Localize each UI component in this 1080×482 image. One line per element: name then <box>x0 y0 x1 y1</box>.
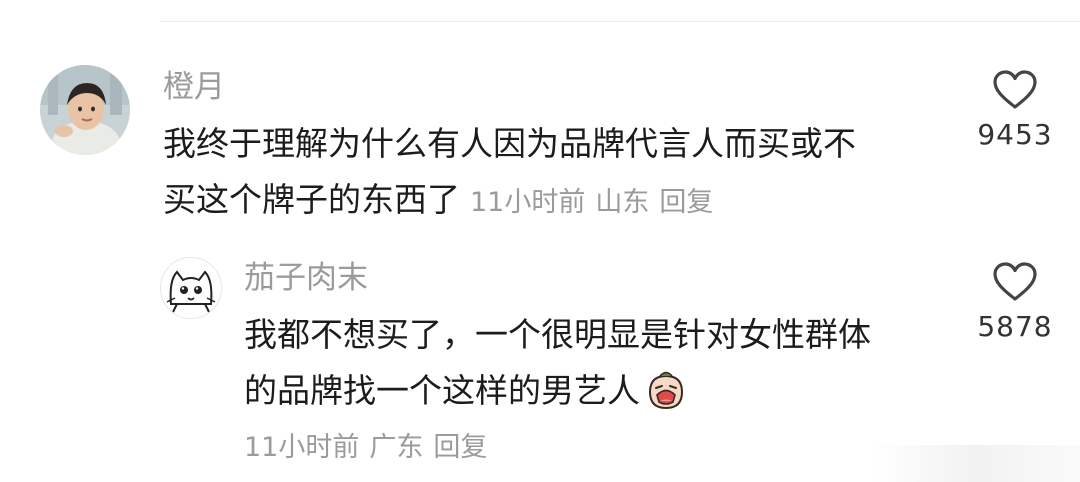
comment-text: 我终于理解为什么有人因为品牌代言人而买或不 买这个牌子的东西了 11小时前 山东 回复 <box>163 116 856 231</box>
like-button[interactable]: 5878 <box>960 262 1070 343</box>
timestamp: 11小时前 <box>244 432 360 463</box>
cartoon-cat-avatar-icon <box>161 258 221 318</box>
heart-outline-icon <box>993 70 1037 109</box>
like-button[interactable]: 9453 <box>960 70 1070 151</box>
location: 广东 <box>369 432 424 463</box>
username[interactable]: 茄子肉末 <box>244 263 368 294</box>
comment-meta: 11小时前 山东 回复 <box>470 187 723 218</box>
comment-line-with-emoji: 的品牌找一个这样的男艺人 <box>244 363 871 419</box>
location: 山东 <box>595 187 650 218</box>
like-count: 9453 <box>977 118 1053 151</box>
comment-text: 我都不想买了，一个很明显是针对女性群体 的品牌找一个这样的男艺人 <box>244 307 871 419</box>
timestamp: 11小时前 <box>470 187 586 218</box>
comment-line: 我终于理解为什么有人因为品牌代言人而买或不 <box>163 124 856 163</box>
reply-button[interactable]: 回复 <box>659 187 713 218</box>
reply-button[interactable]: 回复 <box>433 432 487 463</box>
username[interactable]: 橙月 <box>163 72 225 103</box>
avatar[interactable] <box>160 257 222 319</box>
like-count: 5878 <box>977 310 1053 343</box>
comment-line: 我都不想买了，一个很明显是针对女性群体 <box>244 315 871 354</box>
divider <box>160 21 1080 22</box>
child-photo-avatar-icon <box>40 65 130 155</box>
watermark-overlay <box>870 445 1080 482</box>
comment-line: 的品牌找一个这样的男艺人 <box>244 371 640 410</box>
heart-outline-icon <box>993 262 1037 301</box>
comment-meta: 11小时前 广东 回复 <box>244 430 497 466</box>
crying-face-emoji-icon <box>648 371 684 409</box>
comment-line: 买这个牌子的东西了 <box>163 180 460 219</box>
avatar[interactable] <box>40 65 130 155</box>
comment-line-with-meta: 买这个牌子的东西了 11小时前 山东 回复 <box>163 172 856 231</box>
comment-section: 橙月 我终于理解为什么有人因为品牌代言人而买或不 买这个牌子的东西了 11小时前山… <box>0 0 1080 482</box>
